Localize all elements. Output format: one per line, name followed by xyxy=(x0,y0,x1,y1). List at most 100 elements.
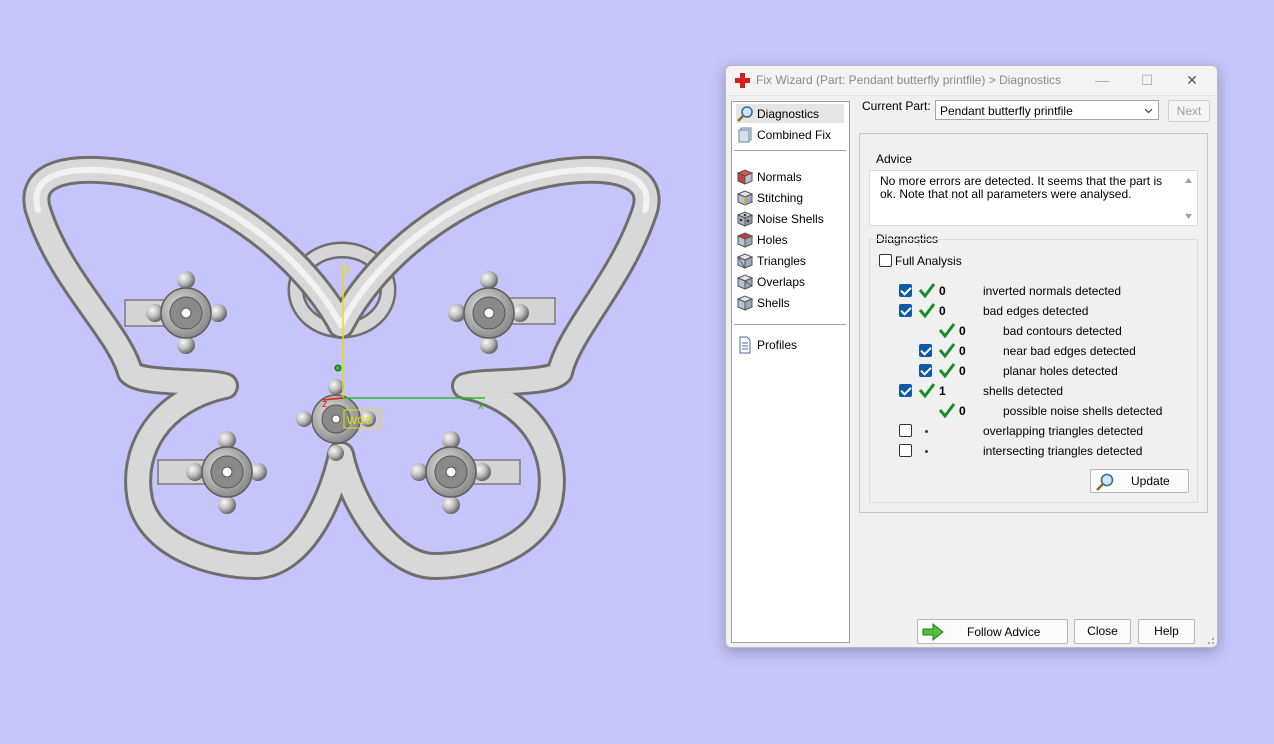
sidebar-item-normals[interactable]: Normals xyxy=(736,167,802,186)
update-label: Update xyxy=(1131,474,1170,488)
sidebar-item-noise-shells[interactable]: Noise Shells xyxy=(736,209,824,228)
next-button[interactable]: Next xyxy=(1168,100,1210,122)
intersecting-triangles-label: intersecting triangles detected xyxy=(983,444,1143,458)
clasp-bottom-right xyxy=(410,431,491,514)
maximize-button[interactable]: ☐ xyxy=(1139,72,1155,88)
title-bar[interactable]: Fix Wizard (Part: Pendant butterfly prin… xyxy=(726,66,1217,96)
sidebar-item-label: Shells xyxy=(757,295,790,310)
help-button[interactable]: Help xyxy=(1138,619,1195,644)
not-analysed-dot xyxy=(925,450,928,453)
sidebar-item-label: Noise Shells xyxy=(757,211,824,226)
sidebar-item-label: Normals xyxy=(757,169,802,184)
profiles-document-icon xyxy=(739,336,751,353)
sidebar-item-label: Holes xyxy=(757,232,788,247)
bad-edges-count: 0 xyxy=(939,304,946,318)
minimize-button[interactable]: — xyxy=(1094,72,1110,88)
sidebar-item-overlaps[interactable]: Overlaps xyxy=(736,272,805,291)
planar-holes-label: planar holes detected xyxy=(1003,364,1118,378)
intersecting-triangles-checkbox[interactable] xyxy=(899,444,912,457)
sidebar-item-label: Triangles xyxy=(757,253,806,268)
check-ok-icon xyxy=(938,403,956,419)
check-ok-icon xyxy=(918,383,936,399)
sidebar-item-label: Stitching xyxy=(757,190,804,205)
noise-shells-label: possible noise shells detected xyxy=(1003,404,1163,418)
sidebar-item-stitching[interactable]: Stitching xyxy=(736,188,803,207)
diagnostics-panel: Advice No more errors are detected. It s… xyxy=(859,133,1208,513)
current-part-value: Pendant butterfly printfile xyxy=(940,104,1073,118)
planar-holes-checkbox[interactable] xyxy=(919,364,932,377)
butterfly-model[interactable]: y x z WCS xyxy=(0,0,700,741)
full-analysis-label: Full Analysis xyxy=(895,254,962,268)
resize-grip-icon[interactable] xyxy=(1205,635,1215,645)
sidebar-item-combined-fix[interactable]: Combined Fix xyxy=(736,125,831,144)
clasp-top-right xyxy=(448,271,529,354)
shells-checkbox[interactable] xyxy=(899,384,912,397)
noise-shells-count: 0 xyxy=(959,404,966,418)
sidebar-item-label: Combined Fix xyxy=(757,127,832,142)
overlaps-cube-icon xyxy=(736,273,754,290)
follow-advice-button[interactable]: Follow Advice xyxy=(917,619,1068,644)
inverted-normals-checkbox[interactable] xyxy=(899,284,912,297)
window-title: Fix Wizard (Part: Pendant butterfly prin… xyxy=(756,73,1062,87)
inverted-normals-label: inverted normals detected xyxy=(983,284,1122,298)
3d-viewport[interactable]: y x z WCS xyxy=(0,0,700,741)
axis-y-label: y xyxy=(345,263,351,275)
sidebar-item-label: Diagnostics xyxy=(757,106,820,121)
current-part-dropdown[interactable]: Pendant butterfly printfile xyxy=(935,100,1159,120)
bad-contours-label: bad contours detected xyxy=(1003,324,1122,338)
sidebar-item-label: Profiles xyxy=(757,337,798,352)
holes-cube-icon xyxy=(736,231,754,248)
advice-box: No more errors are detected. It seems th… xyxy=(869,170,1198,226)
update-button[interactable]: Update xyxy=(1090,469,1189,493)
near-bad-edges-count: 0 xyxy=(959,344,966,358)
near-bad-edges-label: near bad edges detected xyxy=(1003,344,1136,358)
check-ok-icon xyxy=(938,343,956,359)
axis-z-label: z xyxy=(322,398,328,410)
magnifier-icon xyxy=(1096,473,1114,491)
green-arrow-icon xyxy=(922,623,944,641)
magnifier-icon xyxy=(737,105,753,122)
sidebar-item-profiles[interactable]: Profiles xyxy=(736,335,797,354)
sidebar-item-triangles[interactable]: Triangles xyxy=(736,251,806,270)
full-analysis-checkbox[interactable] xyxy=(879,254,892,267)
check-ok-icon xyxy=(938,323,956,339)
red-cross-icon xyxy=(735,73,750,88)
advice-text: No more errors are detected. It seems th… xyxy=(880,174,1163,201)
triangles-cube-icon xyxy=(736,252,754,269)
check-ok-icon xyxy=(918,303,936,319)
close-window-button[interactable]: ✕ xyxy=(1184,72,1200,88)
axis-x-label: x xyxy=(478,400,484,412)
sidebar-item-shells[interactable]: Shells xyxy=(736,293,790,312)
fix-wizard-window: Fix Wizard (Part: Pendant butterfly prin… xyxy=(725,65,1218,648)
shells-count: 1 xyxy=(939,384,946,398)
chevron-down-icon xyxy=(1144,108,1153,114)
current-part-label: Current Part: xyxy=(862,99,931,113)
sidebar-divider xyxy=(734,150,846,151)
clasp-bottom-left xyxy=(186,431,267,514)
check-ok-icon xyxy=(918,283,936,299)
fix-sidebar: Diagnostics Combined Fix Normals Stitchi… xyxy=(731,101,850,643)
sidebar-item-holes[interactable]: Holes xyxy=(736,230,788,249)
not-analysed-dot xyxy=(925,430,928,433)
sidebar-divider xyxy=(734,324,846,325)
near-bad-edges-checkbox[interactable] xyxy=(919,344,932,357)
advice-title: Advice xyxy=(874,152,915,166)
close-button[interactable]: Close xyxy=(1074,619,1131,644)
normals-cube-icon xyxy=(736,168,754,185)
combined-fix-icon xyxy=(738,127,752,142)
overlapping-triangles-checkbox[interactable] xyxy=(899,424,912,437)
advice-scrollbar[interactable] xyxy=(1180,171,1197,227)
check-ok-icon xyxy=(938,363,956,379)
bad-contours-count: 0 xyxy=(959,324,966,338)
shells-label: shells detected xyxy=(983,384,1064,398)
stitching-cube-icon xyxy=(736,189,754,206)
follow-advice-label: Follow Advice xyxy=(967,625,1041,639)
bad-edges-label: bad edges detected xyxy=(983,304,1089,318)
sidebar-item-label: Overlaps xyxy=(757,274,806,289)
planar-holes-count: 0 xyxy=(959,364,966,378)
sidebar-item-diagnostics[interactable]: Diagnostics xyxy=(736,104,844,123)
clasp-top-left xyxy=(146,271,227,354)
bad-edges-checkbox[interactable] xyxy=(899,304,912,317)
overlapping-triangles-label: overlapping triangles detected xyxy=(983,424,1144,438)
shells-cube-icon xyxy=(736,294,754,311)
